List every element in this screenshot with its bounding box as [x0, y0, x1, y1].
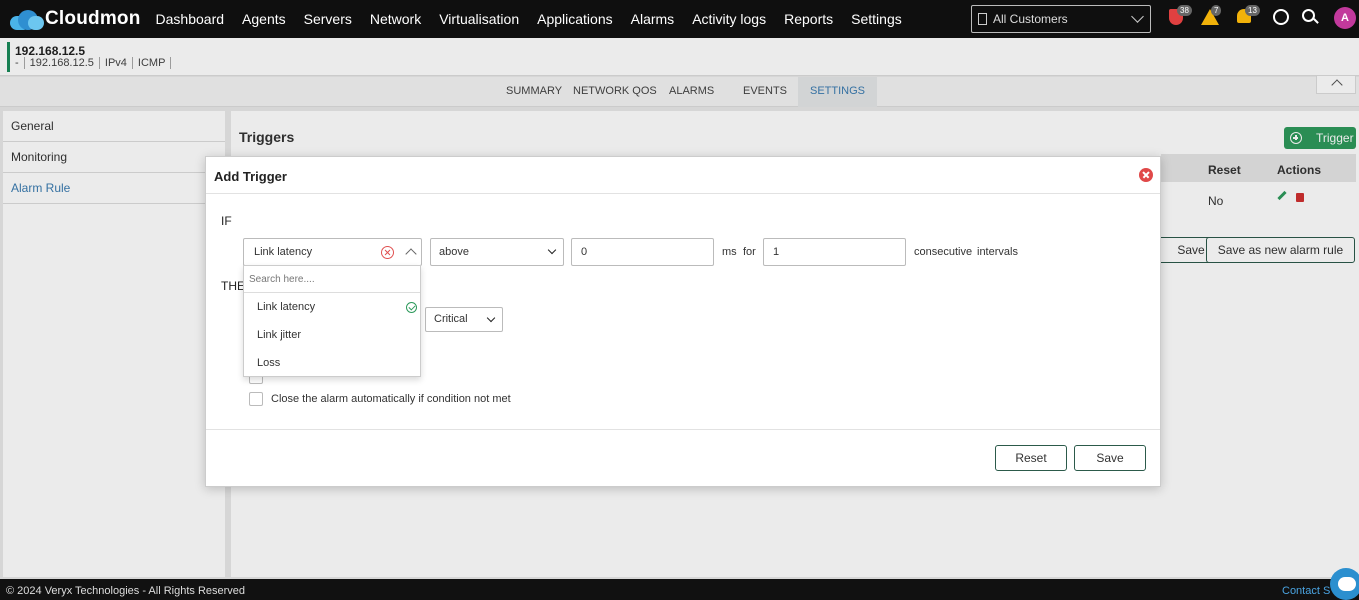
nav-item-applications[interactable]: Applications: [537, 11, 613, 27]
chevron-down-icon: [1131, 10, 1144, 23]
operator-select-value: above: [439, 246, 469, 258]
nav-item-alarms[interactable]: Alarms: [631, 11, 675, 27]
dropdown-option-link-jitter[interactable]: Link jitter: [257, 329, 301, 341]
metric-select-value: Link latency: [254, 246, 313, 258]
chevron-down-icon: [547, 245, 557, 255]
logo[interactable]: Cloudmon: [8, 0, 141, 38]
hub-icon: [1273, 9, 1289, 25]
shield-alert-button[interactable]: 38: [1167, 5, 1192, 27]
nav-item-agents[interactable]: Agents: [242, 11, 286, 27]
nav-item-reports[interactable]: Reports: [784, 11, 833, 27]
reset-button[interactable]: Reset: [995, 445, 1067, 471]
check-circle-icon: [406, 302, 417, 313]
threshold-input[interactable]: 0: [571, 238, 714, 266]
close-icon[interactable]: [1139, 168, 1153, 182]
operator-select[interactable]: above: [430, 238, 564, 266]
for-label: for: [743, 246, 756, 258]
if-label: IF: [221, 214, 232, 228]
chevron-up-icon: [405, 248, 417, 260]
severity-select-value: Critical: [434, 313, 468, 325]
contact-link[interactable]: Contact S: [1282, 585, 1330, 597]
chat-button[interactable]: [1330, 568, 1359, 600]
metric-select[interactable]: Link latency: [243, 238, 422, 266]
metric-dropdown: Search here.... Link latency Link jitter…: [243, 265, 421, 377]
shield-badge: 38: [1177, 5, 1192, 16]
brand-name: Cloudmon: [45, 8, 141, 29]
severity-select[interactable]: Critical: [425, 307, 503, 332]
copyright-text: © 2024 Veryx Technologies - All Rights R…: [6, 585, 246, 597]
nav-item-servers[interactable]: Servers: [304, 11, 352, 27]
modal-footer: [206, 429, 1160, 430]
chat-icon: [1338, 577, 1356, 591]
dropdown-option-loss[interactable]: Loss: [257, 357, 280, 369]
auto-close-label: Close the alarm automatically if conditi…: [271, 393, 511, 405]
clear-icon[interactable]: [381, 246, 394, 259]
main-nav: Dashboard Agents Servers Network Virtual…: [156, 11, 920, 27]
modal-header: Add Trigger: [206, 157, 1160, 194]
page-footer: © 2024 Veryx Technologies - All Rights R…: [0, 579, 1359, 600]
chevron-down-icon: [486, 313, 496, 323]
consecutive-label: consecutive: [914, 246, 973, 258]
dropdown-option-link-latency[interactable]: Link latency: [257, 301, 315, 313]
nav-item-virtualisation[interactable]: Virtualisation: [439, 11, 519, 27]
nav-item-settings[interactable]: Settings: [851, 11, 902, 27]
notifications-button[interactable]: 13: [1235, 5, 1260, 27]
nav-item-dashboard[interactable]: Dashboard: [156, 11, 225, 27]
modal-title: Add Trigger: [214, 169, 287, 184]
customer-select[interactable]: All Customers: [971, 5, 1151, 33]
search-button[interactable]: [1302, 9, 1320, 27]
intervals-label: intervals: [977, 246, 1018, 258]
nav-item-network[interactable]: Network: [370, 11, 421, 27]
building-icon: [978, 13, 987, 25]
top-navbar: Cloudmon Dashboard Agents Servers Networ…: [0, 0, 1359, 38]
auto-close-checkbox[interactable]: [249, 392, 263, 406]
intervals-input[interactable]: 1: [763, 238, 906, 266]
cloud-logo-icon: [8, 7, 46, 31]
unit-label: ms: [722, 246, 737, 258]
warning-button[interactable]: 7: [1201, 5, 1222, 27]
bell-badge: 13: [1245, 5, 1260, 16]
customer-select-value: All Customers: [993, 12, 1068, 26]
avatar[interactable]: A: [1334, 7, 1356, 29]
modal-save-button[interactable]: Save: [1074, 445, 1146, 471]
then-label: THE: [221, 279, 245, 293]
integrations-button[interactable]: [1273, 9, 1291, 27]
dropdown-search-input[interactable]: Search here....: [244, 266, 420, 293]
nav-item-activity-logs[interactable]: Activity logs: [692, 11, 766, 27]
